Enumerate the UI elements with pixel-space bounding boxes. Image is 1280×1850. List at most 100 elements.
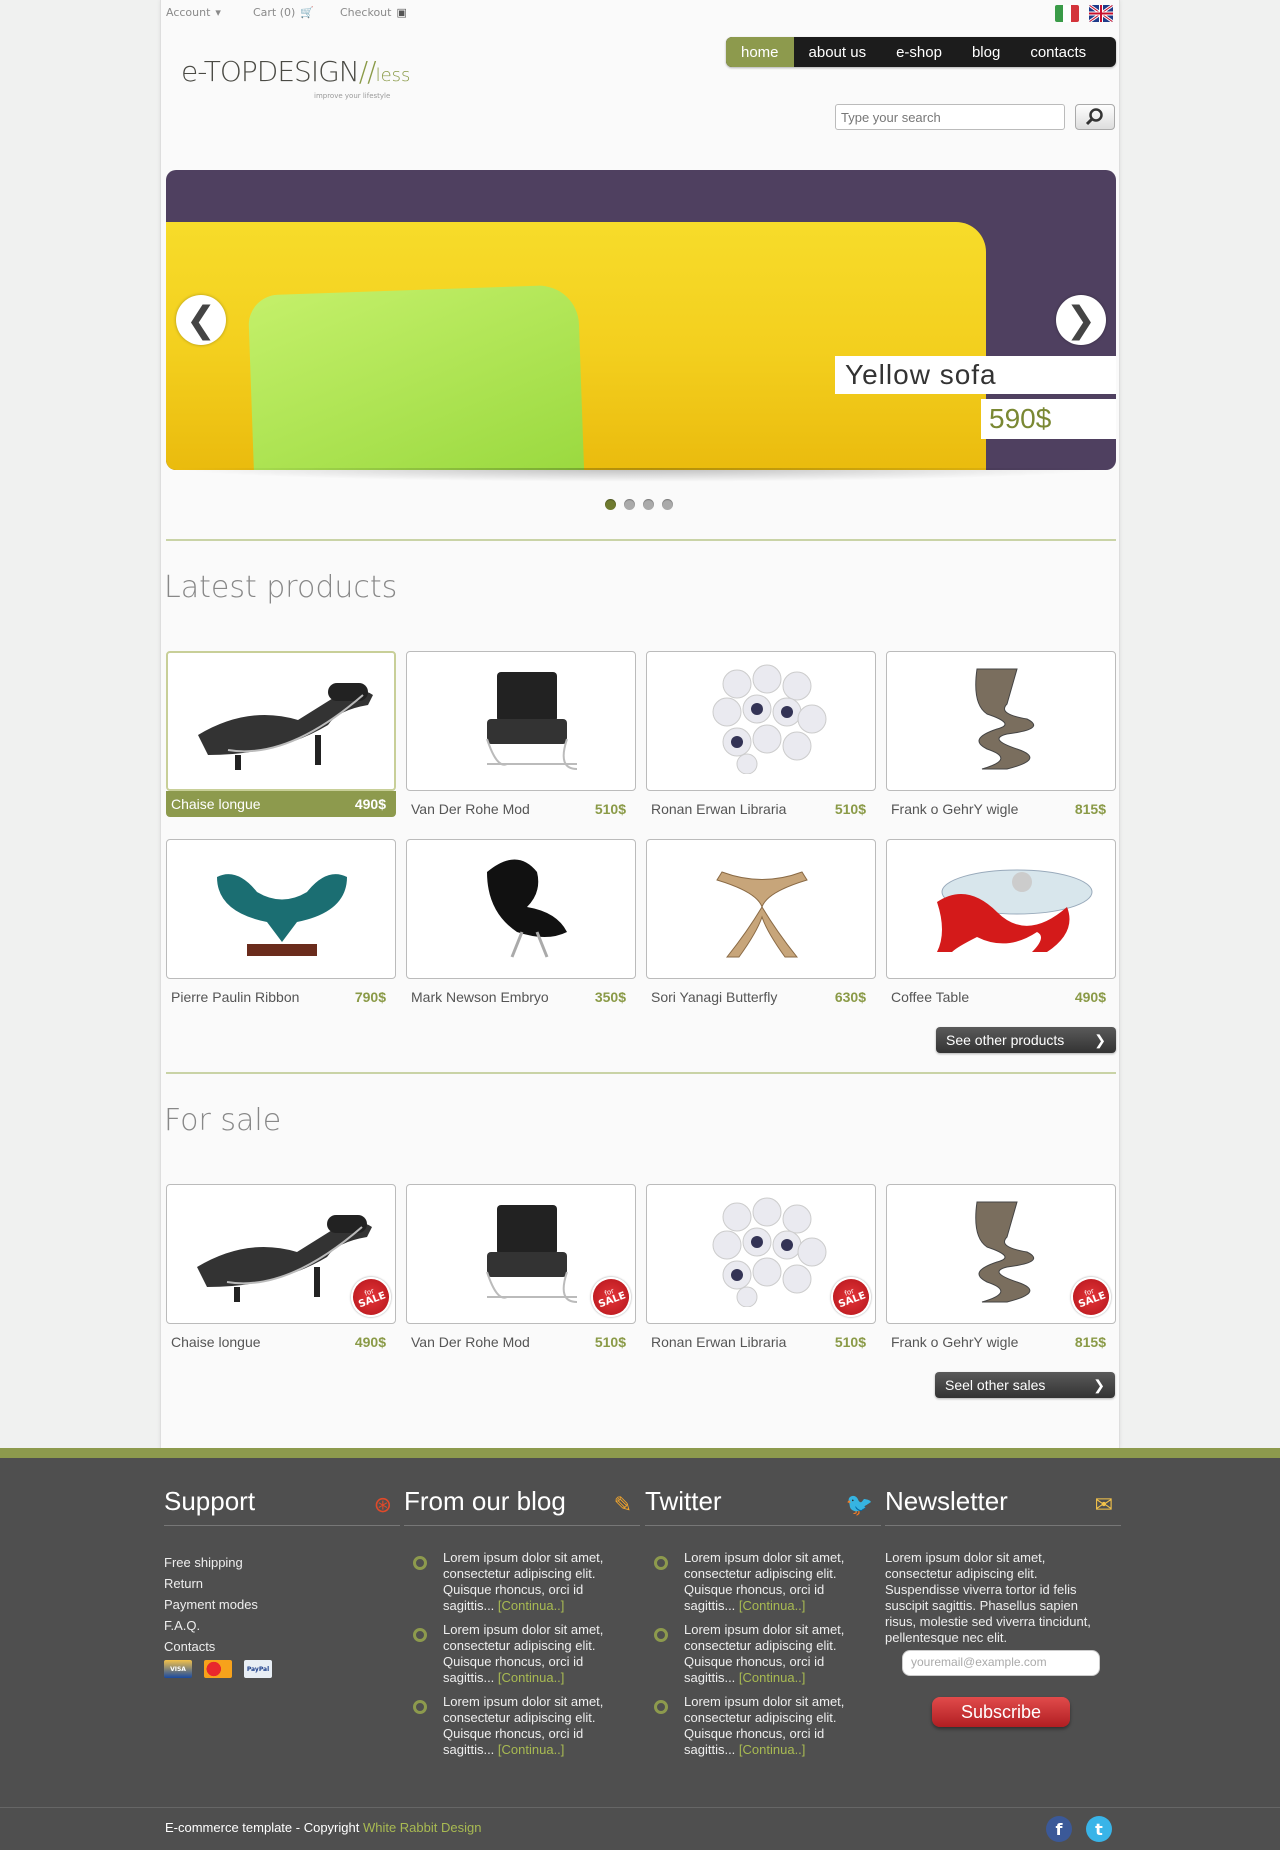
slider-next-button[interactable]: ❯ — [1056, 295, 1106, 345]
product-price: 630$ — [834, 989, 866, 1005]
product-card[interactable] — [886, 651, 1116, 791]
continue-link[interactable]: [Continua..] — [498, 1598, 565, 1613]
bullet-icon — [654, 1700, 668, 1714]
nav-e-shop[interactable]: e-shop — [881, 37, 957, 67]
facebook-icon[interactable]: f — [1046, 1816, 1072, 1842]
button-label: See other products — [946, 1032, 1065, 1048]
logo-tagline: improve your lifestyle — [314, 92, 391, 100]
slider-dot[interactable] — [662, 499, 673, 510]
post-item: Lorem ipsum dolor sit amet, consectetur … — [684, 1550, 874, 1614]
support-link[interactable]: F.A.Q. — [164, 1615, 258, 1636]
product-price: 815$ — [1074, 801, 1106, 817]
see-other-products-button[interactable]: See other products ❯ — [936, 1027, 1116, 1053]
support-link[interactable]: Free shipping — [164, 1552, 258, 1573]
twitter-icon[interactable]: t — [1086, 1816, 1112, 1842]
product-name[interactable]: Pierre Paulin Ribbon — [171, 989, 299, 1005]
product-image — [667, 852, 857, 966]
product-image — [907, 1197, 1097, 1311]
search-input[interactable]: Type your search — [835, 104, 1065, 130]
continue-link[interactable]: [Continua..] — [739, 1742, 806, 1757]
product-name[interactable]: Sori Yanagi Butterfly — [651, 989, 777, 1005]
product-price: 510$ — [594, 801, 626, 817]
site-logo[interactable]: e-TOPDESIGN//less — [181, 55, 410, 88]
sale-badge-label: SALE — [356, 1289, 388, 1310]
language-flags — [1055, 5, 1113, 22]
product-name[interactable]: Chaise longue — [171, 1334, 261, 1350]
product-card[interactable] — [886, 839, 1116, 979]
register-icon: ▣ — [396, 6, 407, 19]
product-caption-highlight[interactable]: Chaise longue 490$ — [166, 791, 396, 817]
slider-prev-button[interactable]: ❮ — [176, 295, 226, 345]
search-button[interactable] — [1075, 104, 1115, 130]
product-card[interactable]: for SALE — [886, 1184, 1116, 1324]
newsletter-email-field[interactable]: youremail@example.com — [902, 1650, 1100, 1676]
hero-slider: ❮ ❯ Yellow sofa 590$ — [166, 170, 1116, 470]
chevron-right-icon: ❯ — [1093, 1376, 1105, 1393]
checkout-label: Checkout — [340, 6, 392, 19]
continue-link[interactable]: [Continua..] — [739, 1598, 806, 1613]
product-image — [188, 665, 378, 779]
support-title: Support — [164, 1486, 256, 1516]
post-item: Lorem ipsum dolor sit amet, consectetur … — [443, 1622, 633, 1686]
product-image — [187, 852, 377, 966]
product-name[interactable]: Van Der Rohe Mod — [411, 801, 530, 817]
italian-flag-icon[interactable] — [1055, 5, 1079, 22]
support-heading: Support ⊛ — [164, 1486, 400, 1526]
product-card[interactable] — [166, 651, 396, 791]
product-name[interactable]: Van Der Rohe Mod — [411, 1334, 530, 1350]
paypal-icon: PayPal — [244, 1660, 272, 1678]
logo-suffix: less — [375, 65, 411, 86]
nav-blog[interactable]: blog — [957, 37, 1015, 67]
product-name[interactable]: Frank o GehrY wigle — [891, 801, 1018, 817]
nav-contacts[interactable]: contacts — [1015, 37, 1101, 67]
product-image — [427, 664, 617, 778]
product-name[interactable]: Ronan Erwan Libraria — [651, 1334, 786, 1350]
post-item: Lorem ipsum dolor sit amet, consectetur … — [443, 1694, 633, 1758]
product-card[interactable] — [646, 651, 876, 791]
product-card[interactable]: for SALE — [406, 1184, 636, 1324]
english-flag-icon[interactable] — [1089, 5, 1113, 22]
bullet-icon — [654, 1628, 668, 1642]
product-card[interactable]: for SALE — [646, 1184, 876, 1324]
product-image — [427, 852, 617, 966]
continue-link[interactable]: [Continua..] — [739, 1670, 806, 1685]
checkout-link[interactable]: Checkout ▣ — [340, 6, 407, 19]
nav-home[interactable]: home — [726, 37, 794, 67]
product-price: 815$ — [1074, 1334, 1106, 1350]
slider-dot[interactable] — [624, 499, 635, 510]
visa-icon: VISA — [164, 1660, 192, 1678]
product-card[interactable] — [406, 651, 636, 791]
divider — [166, 539, 1116, 541]
product-name[interactable]: Frank o GehrY wigle — [891, 1334, 1018, 1350]
sale-badge-label: SALE — [836, 1289, 868, 1310]
product-card[interactable] — [166, 839, 396, 979]
product-name[interactable]: Ronan Erwan Libraria — [651, 801, 786, 817]
nav-about-us[interactable]: about us — [794, 37, 882, 67]
bullet-icon — [654, 1556, 668, 1570]
author-link[interactable]: White Rabbit Design — [363, 1820, 482, 1835]
subscribe-button[interactable]: Subscribe — [932, 1697, 1070, 1727]
product-card[interactable] — [406, 839, 636, 979]
slide-price: 590$ — [981, 399, 1116, 439]
product-name[interactable]: Mark Newson Embryo — [411, 989, 549, 1005]
slider-pagination — [605, 499, 673, 510]
see-other-sales-button[interactable]: Seel other sales ❯ — [935, 1372, 1115, 1398]
support-link[interactable]: Contacts — [164, 1636, 258, 1657]
continue-link[interactable]: [Continua..] — [498, 1742, 565, 1757]
pencil-icon: ✎ — [613, 1492, 632, 1517]
product-card[interactable] — [646, 839, 876, 979]
slider-dot[interactable] — [643, 499, 654, 510]
support-link[interactable]: Return — [164, 1573, 258, 1594]
blog-title: From our blog — [404, 1486, 566, 1516]
support-link[interactable]: Payment modes — [164, 1594, 258, 1615]
continue-link[interactable]: [Continua..] — [498, 1670, 565, 1685]
cart-link[interactable]: Cart (0) 🛒 — [253, 6, 314, 19]
account-link[interactable]: Account ▾ — [166, 6, 221, 19]
divider — [166, 1072, 1116, 1074]
product-name: Chaise longue — [171, 796, 261, 812]
slide-title: Yellow sofa — [835, 356, 1116, 394]
post-item: Lorem ipsum dolor sit amet, consectetur … — [684, 1694, 874, 1758]
product-name[interactable]: Coffee Table — [891, 989, 969, 1005]
slider-dot[interactable] — [605, 499, 616, 510]
product-card[interactable]: for SALE — [166, 1184, 396, 1324]
